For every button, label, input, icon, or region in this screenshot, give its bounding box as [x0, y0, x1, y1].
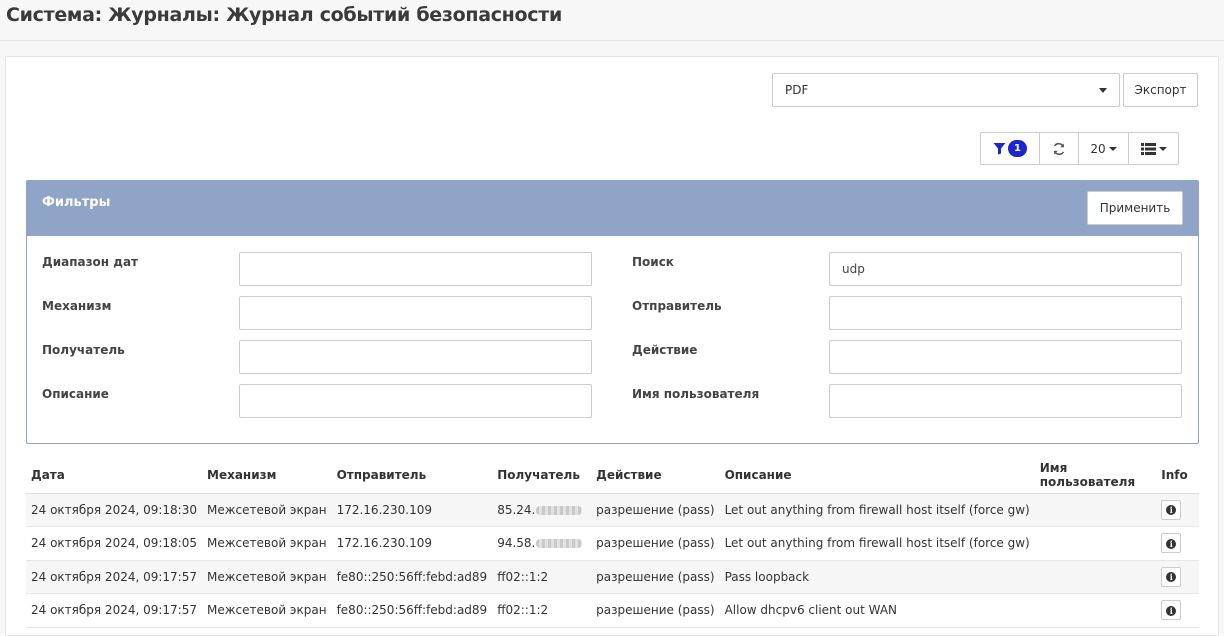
cell-receiver: 94.58.: [492, 526, 592, 561]
info-button[interactable]: i: [1161, 566, 1182, 587]
table-row[interactable]: 24 октября 2024, 09:17:57 Межсетевой экр…: [26, 560, 1199, 594]
col-header-description[interactable]: Описание: [719, 457, 1035, 494]
cell-date: 24 октября 2024, 09:17:57: [26, 593, 202, 628]
action-label: Действие: [632, 343, 698, 357]
receiver-text: 85.24.: [497, 502, 536, 517]
cell-action: разрешение (pass): [591, 593, 720, 628]
cell-sender: fe80::250:56ff:febd:ad89: [331, 593, 493, 628]
cell-receiver: 85.24.: [492, 493, 592, 527]
cell-action: разрешение (pass): [591, 560, 720, 594]
cell-description: Let out anything from firewall host itse…: [719, 493, 1035, 527]
redacted-blur: [536, 505, 583, 515]
mechanism-input[interactable]: [239, 296, 592, 330]
receiver-label: Получатель: [42, 343, 125, 357]
cell-date: 24 октября 2024, 09:18:30: [26, 493, 202, 527]
info-button[interactable]: i: [1161, 600, 1182, 621]
cell-mechanism: Межсетевой экран: [202, 493, 332, 527]
refresh-icon: [1053, 142, 1065, 155]
page-size-value: 20: [1090, 141, 1106, 156]
cell-mechanism: Межсетевой экран: [202, 593, 332, 628]
cell-action: разрешение (pass): [591, 526, 720, 561]
info-icon: i: [1166, 572, 1177, 583]
cell-receiver: ff02::1:2: [492, 560, 592, 594]
col-header-date[interactable]: Дата: [26, 457, 202, 494]
filters-title: Фильтры: [42, 195, 111, 210]
events-table: Дата Механизм Отправитель Получатель Дей…: [26, 457, 1199, 628]
cell-info: i: [1156, 593, 1199, 628]
cell-mechanism: Межсетевой экран: [202, 526, 332, 561]
mechanism-label: Механизм: [42, 299, 112, 313]
col-header-username[interactable]: Имя пользователя: [1034, 457, 1157, 494]
receiver-input[interactable]: [239, 340, 592, 374]
info-icon: i: [1166, 505, 1177, 516]
cell-username: [1034, 560, 1157, 594]
page-title: Система: Журналы: Журнал событий безопас…: [6, 4, 562, 26]
chevron-down-icon: [1158, 146, 1167, 151]
username-label: Имя пользователя: [632, 387, 760, 401]
chevron-down-icon: [1108, 146, 1117, 151]
table-row[interactable]: 24 октября 2024, 09:17:57 Межсетевой экр…: [26, 593, 1199, 628]
cell-username: [1034, 526, 1157, 561]
cell-description: Allow dhcpv6 client out WAN: [719, 593, 1035, 628]
cell-info: i: [1156, 560, 1199, 594]
chevron-down-icon: [1099, 88, 1107, 93]
export-format-select[interactable]: PDF: [772, 73, 1120, 107]
cell-info: i: [1156, 493, 1199, 527]
cell-receiver: ff02::1:2: [492, 593, 592, 628]
table-row[interactable]: 24 октября 2024, 09:18:05 Межсетевой экр…: [26, 526, 1199, 561]
col-header-action[interactable]: Действие: [591, 457, 720, 494]
cell-sender: 172.16.230.109: [331, 526, 493, 561]
export-format-value: PDF: [785, 83, 809, 97]
apply-filters-button[interactable]: Применить: [1087, 191, 1183, 225]
action-input[interactable]: [829, 340, 1182, 374]
columns-dropdown[interactable]: [1129, 133, 1178, 164]
info-button[interactable]: i: [1161, 533, 1182, 554]
grid-toolbar: 1 20: [980, 132, 1179, 165]
cell-sender: 172.16.230.109: [331, 493, 493, 527]
redacted-blur: [536, 539, 583, 549]
sender-label: Отправитель: [632, 299, 722, 313]
date-range-label: Диапазон дат: [42, 255, 139, 269]
date-range-input[interactable]: [239, 252, 592, 286]
description-input[interactable]: [239, 384, 592, 418]
cell-date: 24 октября 2024, 09:18:05: [26, 526, 202, 561]
sender-input[interactable]: [829, 296, 1182, 330]
cell-mechanism: Межсетевой экран: [202, 560, 332, 594]
col-header-info[interactable]: Info: [1156, 457, 1199, 494]
filter-toggle-button[interactable]: 1: [981, 133, 1040, 164]
info-icon: i: [1166, 538, 1177, 549]
cell-date: 24 октября 2024, 09:17:57: [26, 560, 202, 594]
filter-icon: [993, 143, 1006, 155]
page-header: Система: Журналы: Журнал событий безопас…: [0, 0, 1224, 41]
receiver-text: 94.58.: [497, 536, 536, 551]
content-panel: PDF Экспорт 1 20 Фильтры Применить Диапа…: [5, 56, 1219, 636]
info-button[interactable]: i: [1161, 499, 1182, 520]
export-button[interactable]: Экспорт: [1123, 73, 1198, 107]
refresh-button[interactable]: [1040, 133, 1079, 164]
list-icon: [1140, 142, 1156, 155]
filters-panel: Фильтры Применить Диапазон дат Поиск udp…: [26, 180, 1199, 444]
col-header-sender[interactable]: Отправитель: [331, 457, 493, 494]
filters-header: Фильтры Применить: [27, 181, 1198, 236]
cell-sender: fe80::250:56ff:febd:ad89: [331, 560, 493, 594]
cell-action: разрешение (pass): [591, 493, 720, 527]
search-label: Поиск: [632, 255, 674, 269]
col-header-mechanism[interactable]: Механизм: [202, 457, 332, 494]
table-row[interactable]: 24 октября 2024, 09:18:30 Межсетевой экр…: [26, 493, 1199, 527]
username-input[interactable]: [829, 384, 1182, 418]
col-header-receiver[interactable]: Получатель: [492, 457, 592, 494]
page-size-dropdown[interactable]: 20: [1079, 133, 1129, 164]
filter-count-badge: 1: [1008, 140, 1027, 157]
search-input[interactable]: udp: [829, 252, 1182, 286]
table-header-row: Дата Механизм Отправитель Получатель Дей…: [26, 457, 1199, 494]
description-label: Описание: [42, 387, 109, 401]
cell-info: i: [1156, 526, 1199, 561]
cell-username: [1034, 493, 1157, 527]
cell-description: Let out anything from firewall host itse…: [719, 526, 1035, 561]
cell-description: Pass loopback: [719, 560, 1035, 594]
cell-username: [1034, 593, 1157, 628]
info-icon: i: [1166, 605, 1177, 616]
